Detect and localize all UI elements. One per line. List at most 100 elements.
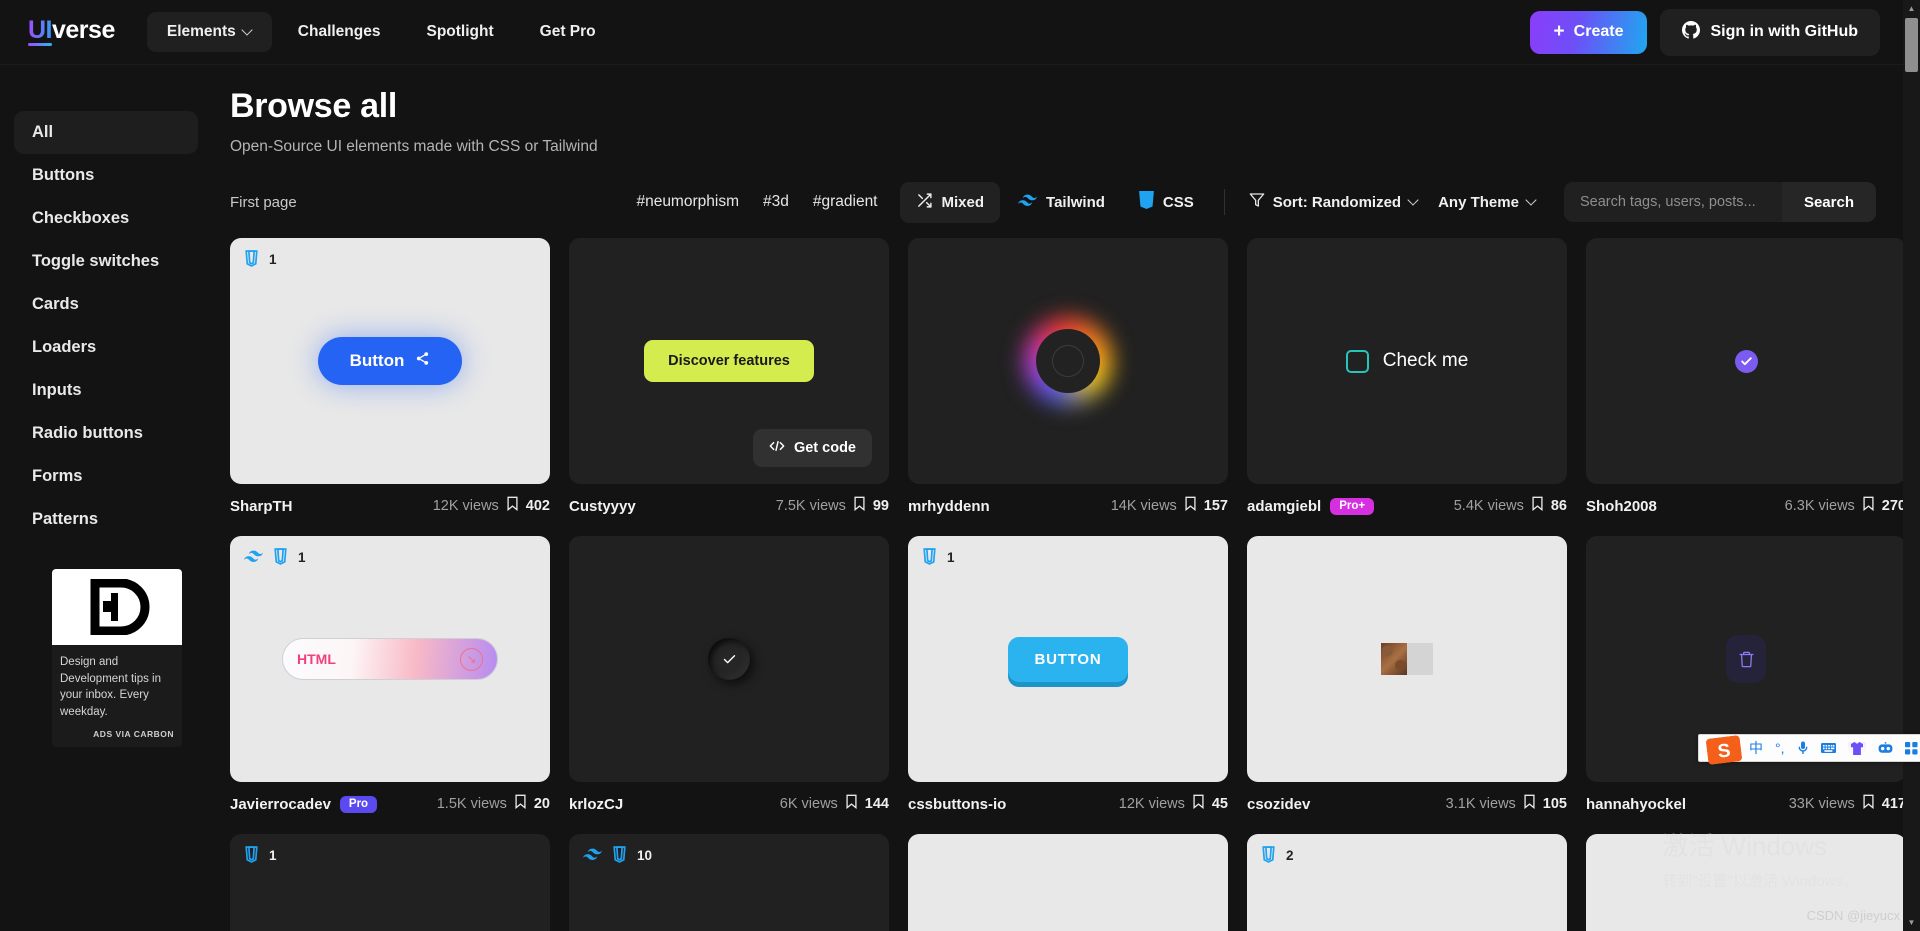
nav-label-challenges: Challenges <box>297 23 381 40</box>
sidebar-label-toggle-switches: Toggle switches <box>32 252 160 270</box>
sidebar-item-patterns[interactable]: Patterns <box>14 498 198 541</box>
filter-css[interactable]: CSS <box>1123 181 1210 223</box>
card-preview[interactable]: 2 <box>1247 834 1567 931</box>
carbon-ad[interactable]: Design and Development tips in your inbo… <box>52 569 182 747</box>
element-card[interactable]: Discover features Get code Custyyyy 7.5K… <box>569 238 889 517</box>
tag-gradient[interactable]: #gradient <box>813 193 878 211</box>
category-sidebar: All Buttons Checkboxes Toggle switches C… <box>0 65 212 747</box>
element-card[interactable]: Check me adamgiebl Pro+ 5.4K views 86 <box>1247 238 1567 517</box>
sidebar-item-toggle-switches[interactable]: Toggle switches <box>14 240 198 283</box>
preview-artwork-checkbox: Check me <box>1345 349 1468 373</box>
sort-dropdown[interactable]: Sort: Randomized <box>1239 184 1428 220</box>
tailwind-icon <box>583 848 602 864</box>
theme-dropdown[interactable]: Any Theme <box>1428 186 1546 219</box>
first-page-link[interactable]: First page <box>230 194 297 211</box>
card-preview[interactable] <box>908 834 1228 931</box>
card-preview[interactable]: 10 <box>569 834 889 931</box>
search-input[interactable] <box>1563 182 1782 222</box>
scrollbar-thumb[interactable] <box>1905 18 1918 72</box>
card-author[interactable]: Custyyyy <box>569 498 636 515</box>
card-author[interactable]: csozidev <box>1247 796 1310 813</box>
search-button[interactable]: Search <box>1781 182 1876 222</box>
mic-icon[interactable] <box>1797 741 1809 755</box>
card-preview[interactable]: 1 BUTTON <box>908 536 1228 782</box>
card-preview[interactable] <box>1586 238 1906 484</box>
search-container: Search <box>1563 182 1876 222</box>
nav-item-spotlight[interactable]: Spotlight <box>406 12 513 52</box>
sidebar-item-all[interactable]: All <box>14 111 198 154</box>
element-card[interactable] <box>908 834 1228 931</box>
card-preview[interactable] <box>569 536 889 782</box>
card-stats: 12K views 402 <box>433 496 550 516</box>
element-card[interactable]: 1 BUTTON cssbuttons-io 12K views 45 <box>908 536 1228 815</box>
card-preview[interactable] <box>1247 536 1567 782</box>
card-author[interactable]: hannahyockel <box>1586 796 1686 813</box>
nav-item-get-pro[interactable]: Get Pro <box>520 12 616 52</box>
sidebar-item-checkboxes[interactable]: Checkboxes <box>14 197 198 240</box>
card-preview[interactable]: 1 <box>230 834 550 931</box>
create-button[interactable]: + Create <box>1529 10 1648 54</box>
element-card[interactable]: mrhyddenn 14K views 157 <box>908 238 1228 517</box>
card-author[interactable]: adamgiebl <box>1247 498 1321 515</box>
sogou-ime-toolbar[interactable]: S 中 °, <box>1698 734 1920 765</box>
sidebar-item-cards[interactable]: Cards <box>14 283 198 326</box>
element-card[interactable]: krlozCJ 6K views 144 <box>569 536 889 815</box>
card-author[interactable]: Javierrocadev <box>230 796 331 813</box>
get-code-button[interactable]: Get code <box>752 429 872 467</box>
card-author[interactable]: krlozCJ <box>569 796 623 813</box>
svg-text:S: S <box>1717 740 1732 762</box>
preview-artwork-pattern <box>1381 643 1433 675</box>
keyboard-icon[interactable] <box>1820 742 1836 754</box>
filter-tailwind[interactable]: Tailwind <box>1002 184 1121 221</box>
sidebar-label-patterns: Patterns <box>32 510 99 528</box>
element-card[interactable]: 2 <box>1247 834 1567 931</box>
filter-mixed[interactable]: Mixed <box>899 181 1001 223</box>
ime-chinese-mode-icon[interactable]: 中 <box>1749 741 1763 755</box>
card-preview[interactable] <box>908 238 1228 484</box>
element-card[interactable]: 1 <box>230 834 550 931</box>
sidebar-item-loaders[interactable]: Loaders <box>14 326 198 369</box>
sidebar-item-radio-buttons[interactable]: Radio buttons <box>14 412 198 455</box>
card-author[interactable]: SharpTH <box>230 498 293 515</box>
bookmark-icon <box>1862 496 1875 516</box>
card-preview[interactable]: Check me <box>1247 238 1567 484</box>
element-card[interactable]: Shoh2008 6.3K views 270 <box>1586 238 1906 517</box>
sign-in-github-button[interactable]: Sign in with GitHub <box>1660 8 1880 56</box>
sogou-logo-icon[interactable]: S <box>1700 732 1747 767</box>
preview-artwork-button: Button <box>317 337 463 385</box>
card-author[interactable]: Shoh2008 <box>1586 498 1657 515</box>
card-saves: 45 <box>1211 796 1228 812</box>
sidebar-item-forms[interactable]: Forms <box>14 455 198 498</box>
card-author[interactable]: cssbuttons-io <box>908 796 1006 813</box>
scroll-down-arrow-icon[interactable]: ▼ <box>1903 914 1920 931</box>
sidebar-label-checkboxes: Checkboxes <box>32 209 130 227</box>
scroll-up-arrow-icon[interactable]: ▲ <box>1903 0 1920 17</box>
site-logo[interactable]: UI verse <box>28 18 115 46</box>
page-scrollbar[interactable]: ▲ ▼ <box>1903 0 1920 931</box>
logo-verse-text: verse <box>52 16 115 44</box>
ime-punctuation-icon[interactable]: °, <box>1775 741 1785 755</box>
sidebar-item-buttons[interactable]: Buttons <box>14 154 198 197</box>
card-preview[interactable]: 1 HTML ↘ <box>230 536 550 782</box>
robot-icon[interactable] <box>1878 742 1893 754</box>
tag-neumorphism[interactable]: #neumorphism <box>636 193 739 211</box>
filter-funnel-icon <box>1249 192 1265 212</box>
tag-3d[interactable]: #3d <box>763 193 789 211</box>
card-preview[interactable]: Discover features Get code <box>569 238 889 484</box>
card-badge-count: 1 <box>269 252 277 267</box>
preview-button-label: Discover features <box>668 353 790 369</box>
sidebar-item-inputs[interactable]: Inputs <box>14 369 198 412</box>
apps-grid-icon[interactable] <box>1904 741 1918 755</box>
element-card[interactable]: 1 Button SharpTH 12K views 402 <box>230 238 550 517</box>
card-footer: SharpTH 12K views 402 <box>230 495 550 517</box>
nav-item-elements[interactable]: Elements <box>146 12 272 52</box>
preview-artwork-button: Discover features <box>644 340 814 382</box>
skin-icon[interactable] <box>1847 741 1866 755</box>
nav-item-challenges[interactable]: Challenges <box>278 12 401 52</box>
element-card[interactable]: hannahyockel 33K views 417 <box>1586 536 1906 815</box>
element-card[interactable]: 1 HTML ↘ Javierrocadev Pro 1.5K views 20 <box>230 536 550 815</box>
card-author[interactable]: mrhyddenn <box>908 498 990 515</box>
element-card[interactable]: 10 <box>569 834 889 931</box>
card-preview[interactable]: 1 Button <box>230 238 550 484</box>
element-card[interactable]: csozidev 3.1K views 105 <box>1247 536 1567 815</box>
